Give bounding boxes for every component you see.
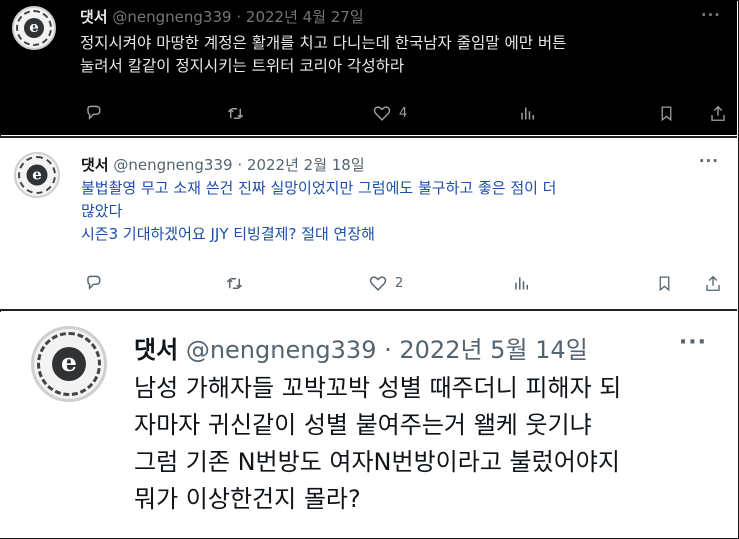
- reply-icon: [87, 275, 101, 290]
- retweet-button[interactable]: [224, 274, 245, 293]
- avatar[interactable]: e: [31, 326, 107, 402]
- tweet-line: 많았다: [81, 202, 123, 220]
- tweet-header: 댓서 @nengneng339 · 2022년 4월 27일: [80, 6, 364, 27]
- share-icon: [706, 275, 720, 291]
- tweet-3[interactable]: e 댓서 @nengneng339 · 2022년 5월 14일 ··· 남성 …: [0, 312, 737, 538]
- like-button[interactable]: 2: [368, 274, 403, 293]
- retweet-button[interactable]: [225, 104, 246, 123]
- like-count: 4: [399, 105, 408, 121]
- author-name[interactable]: 댓서: [81, 156, 109, 174]
- tweet-line: 눌려서 칼같이 정지시키는 트위터 코리아 각성하라: [80, 57, 405, 75]
- reply-button[interactable]: [84, 104, 110, 123]
- share-button[interactable]: [709, 104, 727, 123]
- separator: ·: [236, 8, 242, 26]
- bookmark-button[interactable]: [658, 104, 675, 123]
- tweet-date[interactable]: 2022년 2월 18일: [247, 156, 365, 174]
- like-button[interactable]: 4: [372, 104, 407, 123]
- author-handle[interactable]: @nengneng339: [113, 156, 232, 174]
- author-name[interactable]: 댓서: [80, 8, 108, 26]
- tweet-line: 자마자 귀신같이 성별 붙여주는거 왤케 웃기냐: [134, 411, 592, 439]
- share-button[interactable]: [704, 274, 722, 293]
- tweet-date[interactable]: 2022년 5월 14일: [399, 336, 587, 364]
- tweet-line: 뭐가 이상한건지 몰라?: [134, 485, 361, 513]
- tweet-line: 그럼 기존 N번방도 여자N번방이라고 불렀어야지: [134, 448, 620, 476]
- avatar-letter: e: [24, 18, 44, 38]
- tweet-2[interactable]: e 댓서 @nengneng339 · 2022년 2월 18일 ··· 불법촬…: [0, 136, 737, 311]
- tweet-header: 댓서 @nengneng339 · 2022년 5월 14일: [134, 330, 588, 365]
- tweet-text: 정지시켜야 마땅한 계정은 활개를 치고 다니는데 한국남자 줄임말 에만 버튼…: [80, 32, 566, 78]
- author-handle[interactable]: @nengneng339: [186, 336, 377, 364]
- bookmark-icon: [659, 275, 670, 291]
- tweet-date[interactable]: 2022년 4월 27일: [246, 8, 364, 26]
- reply-button[interactable]: [84, 274, 110, 293]
- reply-icon: [87, 105, 101, 120]
- bookmark-button[interactable]: [656, 274, 673, 293]
- views-button[interactable]: [513, 274, 531, 293]
- more-icon[interactable]: ···: [701, 6, 721, 24]
- action-bar: 2: [0, 272, 737, 294]
- retweet-icon: [227, 107, 244, 119]
- like-count: 2: [395, 275, 404, 291]
- author-name[interactable]: 댓서: [134, 336, 178, 364]
- like-icon: [369, 275, 387, 291]
- tweet-line: 불법촬영 무고 소재 쓴건 진짜 실망이었지만 그럼에도 불구하고 좋은 점이 …: [81, 179, 557, 197]
- avatar[interactable]: e: [12, 6, 56, 50]
- tweet-line: 남성 가해자들 꼬박꼬박 성별 때주더니 피해자 되: [134, 374, 622, 402]
- bookmark-icon: [661, 105, 672, 121]
- tweet-line: 정지시켜야 마땅한 계정은 활개를 치고 다니는데 한국남자 줄임말 에만 버튼: [80, 34, 567, 52]
- separator: ·: [237, 156, 243, 174]
- tweet-text: 불법촬영 무고 소재 쓴건 진짜 실망이었지만 그럼에도 불구하고 좋은 점이 …: [81, 177, 556, 246]
- views-button[interactable]: [519, 104, 537, 123]
- more-icon[interactable]: ···: [699, 152, 719, 170]
- views-icon: [515, 277, 528, 289]
- avatar-letter: e: [52, 347, 86, 381]
- like-icon: [373, 105, 391, 121]
- avatar-letter: e: [26, 164, 48, 186]
- tweet-header: 댓서 @nengneng339 · 2022년 2월 18일: [81, 154, 365, 175]
- views-icon: [521, 107, 534, 119]
- share-icon: [711, 105, 725, 121]
- tweet-1[interactable]: e 댓서 @nengneng339 · 2022년 4월 27일 ··· 정지시…: [0, 0, 737, 135]
- tweet-text: 남성 가해자들 꼬박꼬박 성별 때주더니 피해자 되 자마자 귀신같이 성별 붙…: [134, 370, 621, 518]
- retweet-icon: [226, 277, 243, 289]
- more-icon[interactable]: ···: [679, 330, 707, 355]
- avatar[interactable]: e: [14, 152, 60, 198]
- author-handle[interactable]: @nengneng339: [112, 8, 231, 26]
- action-bar: 4: [0, 102, 737, 124]
- separator: ·: [384, 336, 392, 364]
- tweet-line: 시즌3 기대하겠어요 JJY 티빙결제? 절대 연장해: [81, 225, 375, 243]
